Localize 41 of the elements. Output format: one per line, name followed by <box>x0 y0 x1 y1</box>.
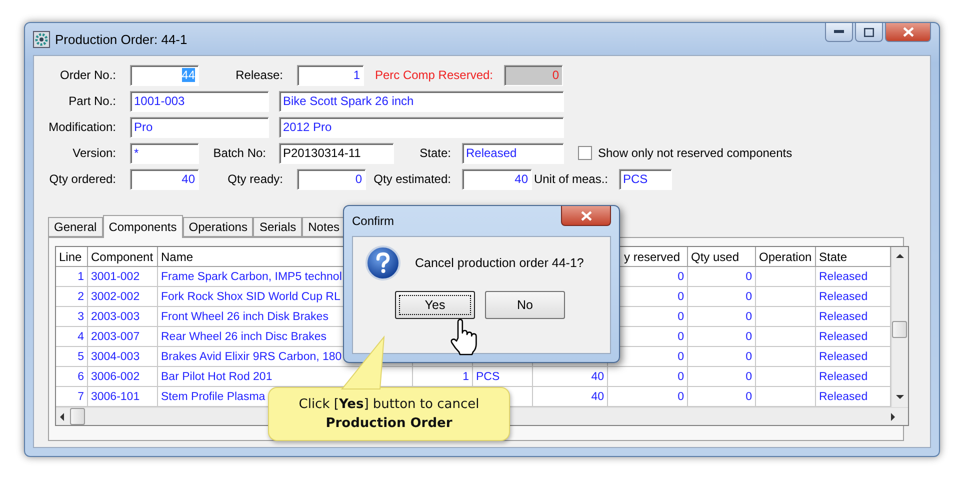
checkbox-label: Show only not reserved components <box>598 146 792 160</box>
window-title: Production Order: 44-1 <box>55 32 188 46</box>
column-header: State <box>816 247 891 267</box>
field-label: Batch No: <box>212 146 267 160</box>
table-cell: 0 <box>688 267 756 287</box>
table-cell: 0 <box>608 367 688 387</box>
field-label: Order No.: <box>58 68 117 82</box>
column-header: Line <box>56 247 88 267</box>
field-label: Qty ready: <box>226 172 284 186</box>
table-cell: 2 <box>56 287 88 307</box>
table-cell: 1 <box>56 267 88 287</box>
table-cell: 4 <box>56 327 88 347</box>
field-label: Qty estimated: <box>372 172 452 186</box>
table-cell: 40 <box>533 367 608 387</box>
table-cell: 5 <box>56 347 88 367</box>
table-cell: 2003-003 <box>88 307 158 327</box>
field-label: Version: <box>72 146 117 160</box>
table-cell: 0 <box>688 287 756 307</box>
column-header: Component <box>88 247 158 267</box>
field-label: State: <box>418 146 452 160</box>
table-cell: 3001-002 <box>88 267 158 287</box>
table-cell: 6 <box>56 367 88 387</box>
field-label: Release: <box>234 68 284 82</box>
field-label: Unit of meas.: <box>532 172 609 186</box>
dialog-title: Confirm <box>352 214 394 228</box>
table-cell: 0 <box>688 327 756 347</box>
table-cell: 0 <box>688 367 756 387</box>
column-header: Operation <box>756 247 816 267</box>
field-label: Part No.: <box>68 94 117 108</box>
field-label: Modification: <box>48 120 117 134</box>
field-label: Qty ordered: <box>48 172 117 186</box>
dialog-message: Cancel production order 44-1? <box>415 256 584 270</box>
table-cell: 0 <box>688 347 756 367</box>
table-cell: 2003-007 <box>88 327 158 347</box>
table-cell: 3 <box>56 307 88 327</box>
field-label: Perc Comp Reserved: <box>374 68 494 82</box>
table-cell: 0 <box>688 307 756 327</box>
table-cell: 3006-002 <box>88 367 158 387</box>
table-cell: 3002-002 <box>88 287 158 307</box>
column-header: Qty used <box>688 247 756 267</box>
table-cell: 3004-003 <box>88 347 158 367</box>
